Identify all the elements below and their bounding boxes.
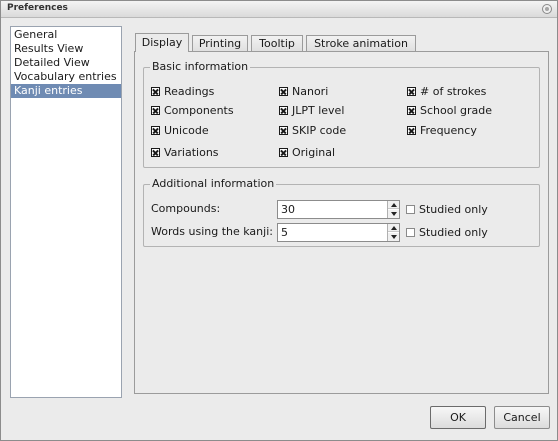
category-list[interactable]: General Results View Detailed View Vocab… bbox=[10, 26, 122, 398]
compounds-label: Compounds: bbox=[151, 202, 221, 215]
school-grade-label: School grade bbox=[420, 104, 493, 117]
cancel-button[interactable]: Cancel bbox=[494, 406, 550, 429]
chevron-down-icon bbox=[391, 235, 397, 239]
words-studied-only-checkbox[interactable]: Studied only bbox=[406, 226, 488, 239]
compounds-value[interactable]: 30 bbox=[281, 203, 295, 217]
words-using-kanji-label: Words using the kanji: bbox=[151, 225, 273, 238]
sidebar-item-results-view[interactable]: Results View bbox=[11, 42, 121, 56]
ok-button[interactable]: OK bbox=[430, 406, 486, 429]
compounds-studied-only-label: Studied only bbox=[419, 203, 488, 216]
skip-code-check-icon bbox=[279, 126, 288, 135]
chevron-down-icon bbox=[391, 212, 397, 216]
words-using-kanji-value[interactable]: 5 bbox=[281, 226, 288, 240]
skip-code-checkbox[interactable]: SKIP code bbox=[279, 124, 346, 137]
words-stepper-buttons bbox=[387, 224, 399, 241]
compounds-stepper-buttons bbox=[387, 201, 399, 218]
components-check-icon bbox=[151, 106, 160, 115]
tab-printing[interactable]: Printing bbox=[192, 35, 248, 52]
sidebar-item-detailed-view[interactable]: Detailed View bbox=[11, 56, 121, 70]
variations-check-icon bbox=[151, 148, 160, 157]
unicode-label: Unicode bbox=[164, 124, 209, 137]
compounds-studied-only-box-icon bbox=[406, 205, 415, 214]
variations-checkbox[interactable]: Variations bbox=[151, 146, 219, 159]
components-label: Components bbox=[164, 104, 234, 117]
basic-information-group: Basic information Readings Components Un… bbox=[143, 60, 540, 168]
additional-information-title: Additional information bbox=[150, 177, 277, 191]
jlpt-level-label: JLPT level bbox=[292, 104, 345, 117]
original-label: Original bbox=[292, 146, 336, 159]
sidebar-item-vocabulary-entries[interactable]: Vocabulary entries bbox=[11, 70, 121, 84]
tab-tooltip[interactable]: Tooltip bbox=[251, 35, 303, 52]
skip-code-label: SKIP code bbox=[292, 124, 347, 137]
compounds-stepper[interactable]: 30 bbox=[277, 200, 400, 219]
tab-display[interactable]: Display bbox=[135, 33, 189, 52]
display-panel: Basic information Readings Components Un… bbox=[134, 51, 549, 394]
words-increment-button[interactable] bbox=[388, 224, 399, 232]
words-using-kanji-stepper[interactable]: 5 bbox=[277, 223, 400, 242]
words-studied-only-label: Studied only bbox=[419, 226, 488, 239]
strokes-label: # of strokes bbox=[420, 85, 487, 98]
sidebar-item-general[interactable]: General bbox=[11, 28, 121, 42]
additional-information-group: Additional information Compounds: 30 Stu… bbox=[143, 177, 540, 247]
nanori-checkbox[interactable]: Nanori bbox=[279, 85, 328, 98]
variations-label: Variations bbox=[164, 146, 219, 159]
tab-stroke-animation[interactable]: Stroke animation bbox=[306, 35, 416, 52]
compounds-studied-only-checkbox[interactable]: Studied only bbox=[406, 203, 488, 216]
compounds-decrement-button[interactable] bbox=[388, 210, 399, 218]
compounds-increment-button[interactable] bbox=[388, 201, 399, 209]
readings-label: Readings bbox=[164, 85, 215, 98]
components-checkbox[interactable]: Components bbox=[151, 104, 234, 117]
original-checkbox[interactable]: Original bbox=[279, 146, 335, 159]
readings-checkbox[interactable]: Readings bbox=[151, 85, 214, 98]
frequency-label: Frequency bbox=[420, 124, 477, 137]
school-grade-checkbox[interactable]: School grade bbox=[407, 104, 492, 117]
chevron-up-icon bbox=[391, 226, 397, 230]
frequency-checkbox[interactable]: Frequency bbox=[407, 124, 477, 137]
chevron-up-icon bbox=[391, 203, 397, 207]
strokes-check-icon bbox=[407, 87, 416, 96]
original-check-icon bbox=[279, 148, 288, 157]
preferences-window: Preferences General Results View Detaile… bbox=[0, 0, 558, 441]
words-decrement-button[interactable] bbox=[388, 233, 399, 241]
unicode-checkbox[interactable]: Unicode bbox=[151, 124, 209, 137]
strokes-checkbox[interactable]: # of strokes bbox=[407, 85, 486, 98]
words-studied-only-box-icon bbox=[406, 228, 415, 237]
basic-information-title: Basic information bbox=[150, 60, 251, 74]
close-icon[interactable] bbox=[542, 4, 552, 14]
nanori-check-icon bbox=[279, 87, 288, 96]
school-grade-check-icon bbox=[407, 106, 416, 115]
readings-check-icon bbox=[151, 87, 160, 96]
unicode-check-icon bbox=[151, 126, 160, 135]
title-bar: Preferences bbox=[1, 1, 557, 18]
nanori-label: Nanori bbox=[292, 85, 329, 98]
frequency-check-icon bbox=[407, 126, 416, 135]
jlpt-level-checkbox[interactable]: JLPT level bbox=[279, 104, 344, 117]
window-title: Preferences bbox=[7, 3, 68, 13]
sidebar-item-kanji-entries[interactable]: Kanji entries bbox=[11, 84, 121, 98]
jlpt-level-check-icon bbox=[279, 106, 288, 115]
